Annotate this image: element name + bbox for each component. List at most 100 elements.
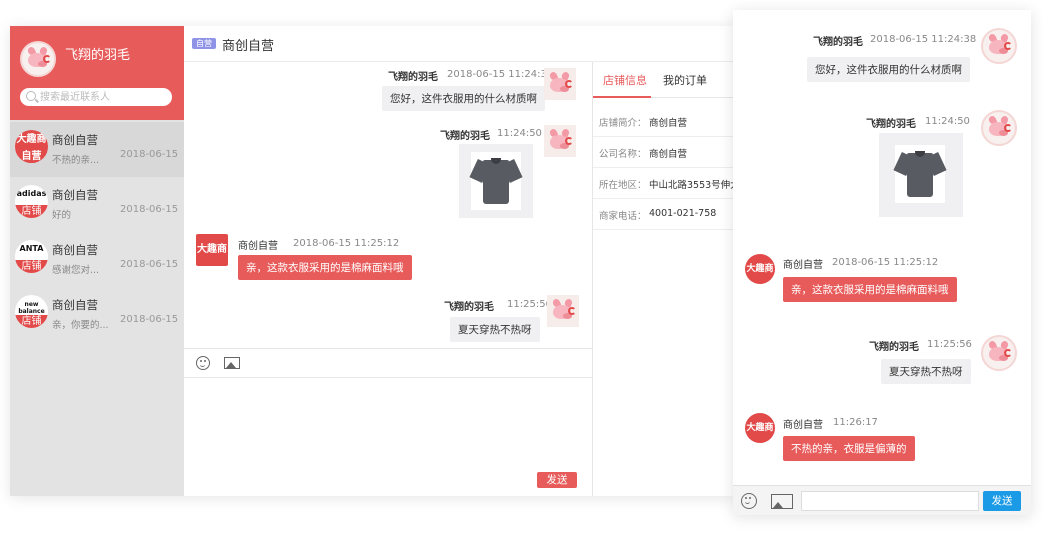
- contact-last-message: 好的: [52, 210, 72, 221]
- pig-avatar-icon: [981, 335, 1017, 371]
- info-label: 商家电话：: [599, 211, 647, 222]
- contact-time: 2018-06-15: [120, 259, 179, 270]
- shop-logo-text: new balance: [18, 301, 45, 315]
- info-value: 中山北路3553号伸大: [649, 180, 734, 191]
- info-value: 商创自营: [649, 149, 688, 160]
- info-label: 所在地区：: [599, 180, 647, 191]
- pig-avatar-icon: [547, 295, 579, 327]
- contact-item[interactable]: ANTA 店铺 商创自营 感谢您对... 2018-06-15: [10, 232, 184, 287]
- info-value: 4001-021-758: [649, 208, 717, 219]
- shop-tag: 自营: [15, 150, 48, 163]
- message-list: 飞翔的羽毛 2018-06-15 11:24:38 您好，这件衣服用的什么材质啊…: [184, 62, 592, 349]
- message-bubble: 亲，这款衣服采用的是棉麻面料哦: [783, 277, 957, 302]
- shop-logo: ANTA 店铺: [15, 240, 48, 273]
- message-input[interactable]: [801, 491, 979, 511]
- message-sender: 商创自营: [238, 241, 278, 252]
- info-row: 店铺简介： 商创自营: [593, 106, 734, 137]
- contact-name: 商创自营: [52, 133, 98, 147]
- message-sender: 飞翔的羽毛: [388, 72, 438, 83]
- contact-last-message: 不热的亲...: [52, 155, 100, 166]
- shop-avatar: 大趣商: [745, 413, 775, 443]
- tab-shop-info[interactable]: 店铺信息: [603, 72, 647, 88]
- send-button[interactable]: 发送: [983, 491, 1021, 511]
- tab-my-orders[interactable]: 我的订单: [663, 72, 707, 88]
- chat-title: 商创自营: [222, 39, 275, 54]
- contact-last-message: 亲，你要的...: [52, 320, 109, 331]
- shirt-image[interactable]: [459, 144, 533, 218]
- sidebar: 飞翔的羽毛 大趣商 自营 商创自营 不热的亲... 2018-06-15 adi…: [10, 26, 184, 496]
- message-bubble: 亲，这款衣服采用的是棉麻面料哦: [238, 255, 412, 280]
- message-sender: 商创自营: [783, 260, 823, 271]
- desktop-chat-window: 飞翔的羽毛 大趣商 自营 商创自营 不热的亲... 2018-06-15 adi…: [10, 26, 734, 496]
- emoji-icon[interactable]: [741, 493, 757, 509]
- shop-tag: 店铺: [15, 260, 48, 273]
- user-name: 飞翔的羽毛: [65, 48, 131, 63]
- message-sender: 飞翔的羽毛: [869, 342, 919, 353]
- contact-name: 商创自营: [52, 298, 98, 312]
- message-sender: 飞翔的羽毛: [813, 37, 863, 48]
- contact-list: 大趣商 自营 商创自营 不热的亲... 2018-06-15 adidas 店铺…: [10, 122, 184, 342]
- message-time: 2018-06-15 11:24:38: [870, 34, 977, 45]
- self-operated-badge: 自营: [192, 38, 216, 49]
- message-time: 11:25:56: [507, 299, 552, 310]
- message-bubble: 您好，这件衣服用的什么材质啊: [807, 57, 970, 82]
- info-value: 商创自营: [649, 118, 688, 129]
- pig-avatar-icon: [544, 125, 576, 157]
- shop-tag: 店铺: [15, 315, 48, 328]
- shop-logo-text: 大趣商: [16, 134, 47, 145]
- chat-header: 自营 商创自营: [184, 26, 734, 62]
- pig-avatar-icon: [544, 68, 576, 100]
- image-icon[interactable]: [771, 494, 793, 509]
- pig-avatar-icon: [981, 28, 1017, 64]
- shop-logo: 大趣商 自营: [15, 130, 48, 163]
- shirt-image[interactable]: [879, 133, 963, 217]
- mobile-composer: 发送: [733, 485, 1031, 515]
- message-sender: 商创自营: [783, 420, 823, 431]
- contact-search[interactable]: [20, 88, 172, 106]
- mobile-chat-window: 飞翔的羽毛 2018-06-15 11:24:38 您好，这件衣服用的什么材质啊…: [733, 10, 1031, 515]
- message-sender: 飞翔的羽毛: [444, 302, 494, 313]
- shop-info-panel: 店铺信息 我的订单 店铺简介： 商创自营 公司名称： 商创自营 所在地区： 中山…: [592, 62, 734, 496]
- message-sender: 飞翔的羽毛: [866, 119, 916, 130]
- message-time: 11:26:17: [833, 417, 878, 428]
- message-time: 2018-06-15 11:25:12: [293, 238, 400, 249]
- contact-item[interactable]: new balance 店铺 商创自营 亲，你要的... 2018-06-15: [10, 287, 184, 342]
- user-profile-header: 飞翔的羽毛: [10, 26, 184, 120]
- message-input-area[interactable]: 发送: [184, 378, 592, 496]
- contact-time: 2018-06-15: [120, 204, 179, 215]
- info-label: 店铺简介：: [599, 118, 647, 129]
- message-time: 2018-06-15 11:25:12: [832, 257, 939, 268]
- contact-name: 商创自营: [52, 188, 98, 202]
- message-time: 2018-06-15 11:24:38: [447, 69, 554, 80]
- info-tabs: 店铺信息 我的订单: [593, 62, 734, 98]
- send-button[interactable]: 发送: [537, 472, 577, 488]
- composer-toolbar: [184, 348, 592, 378]
- contact-time: 2018-06-15: [120, 314, 179, 325]
- message-bubble: 不热的亲，衣服是偏薄的: [783, 436, 915, 461]
- info-row: 公司名称： 商创自营: [593, 137, 734, 168]
- active-tab-indicator: [593, 96, 651, 98]
- contact-item[interactable]: 大趣商 自营 商创自营 不热的亲... 2018-06-15: [10, 122, 184, 177]
- emoji-icon[interactable]: [196, 356, 210, 370]
- shop-logo: new balance 店铺: [15, 295, 48, 328]
- contact-time: 2018-06-15: [120, 149, 179, 160]
- shop-logo-text: adidas: [16, 189, 47, 198]
- shop-tag: 店铺: [15, 205, 48, 218]
- shop-logo-text: ANTA: [19, 244, 44, 253]
- contact-name: 商创自营: [52, 243, 98, 257]
- user-avatar[interactable]: [20, 41, 56, 77]
- info-row: 商家电话： 4001-021-758: [593, 199, 734, 230]
- shop-avatar: 大趣商: [196, 234, 228, 266]
- message-bubble: 您好，这件衣服用的什么材质啊: [382, 86, 545, 111]
- message-bubble: 夏天穿热不热呀: [450, 317, 540, 342]
- contact-item[interactable]: adidas 店铺 商创自营 好的 2018-06-15: [10, 177, 184, 232]
- info-label: 公司名称：: [599, 149, 647, 160]
- search-icon: [26, 91, 36, 101]
- shop-logo: adidas 店铺: [15, 185, 48, 218]
- message-time: 11:24:50: [497, 128, 542, 139]
- search-input[interactable]: [40, 88, 168, 106]
- image-icon[interactable]: [224, 357, 240, 369]
- message-bubble: 夏天穿热不热呀: [881, 359, 971, 384]
- message-time: 11:24:50: [925, 116, 970, 127]
- message-time: 11:25:56: [927, 339, 972, 350]
